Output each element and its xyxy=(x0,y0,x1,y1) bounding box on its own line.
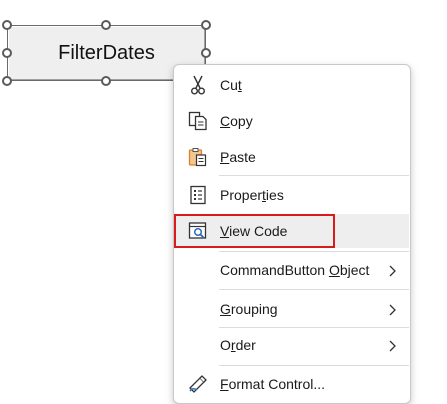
menu-item-label: Grouping xyxy=(220,301,278,317)
menu-item-label: Cut xyxy=(220,77,242,93)
format-control-icon xyxy=(187,374,209,394)
resize-handle-top-middle[interactable] xyxy=(101,20,111,30)
properties-icon xyxy=(187,185,209,205)
menu-separator xyxy=(219,175,409,176)
menu-item-copy[interactable]: Copy xyxy=(175,104,409,138)
menu-item-label: Copy xyxy=(220,113,253,129)
menu-item-label: Format Control... xyxy=(220,376,326,392)
resize-handle-middle-right[interactable] xyxy=(201,48,211,58)
resize-handle-top-right[interactable] xyxy=(201,20,211,30)
chevron-right-icon xyxy=(387,303,397,316)
resize-handle-bottom-middle[interactable] xyxy=(101,76,111,86)
menu-item-properties[interactable]: Properties xyxy=(175,178,409,212)
menu-item-cut[interactable]: Cut xyxy=(175,68,409,102)
menu-item-label: Order xyxy=(220,337,256,353)
resize-handle-bottom-left[interactable] xyxy=(2,76,12,86)
menu-item-paste[interactable]: Paste xyxy=(175,140,409,174)
resize-handle-top-left[interactable] xyxy=(2,20,12,30)
menu-item-order[interactable]: Order xyxy=(175,328,409,362)
menu-item-format-control[interactable]: Format Control... xyxy=(175,367,409,401)
chevron-right-icon xyxy=(387,339,397,352)
menu-separator xyxy=(219,289,409,290)
copy-icon xyxy=(187,111,209,131)
menu-separator xyxy=(219,365,409,366)
menu-item-commandbutton-object[interactable]: CommandButton Object xyxy=(175,253,409,287)
command-button-label: FilterDates xyxy=(58,41,155,64)
chevron-right-icon xyxy=(387,264,397,277)
paste-icon xyxy=(187,147,209,167)
menu-item-grouping[interactable]: Grouping xyxy=(175,292,409,326)
resize-handle-middle-left[interactable] xyxy=(2,48,12,58)
menu-item-label: Paste xyxy=(220,149,256,165)
menu-item-label: Properties xyxy=(220,187,284,203)
menu-item-label: CommandButton Object xyxy=(220,262,370,278)
scissors-icon xyxy=(187,75,209,95)
view-code-highlight-box xyxy=(174,214,335,248)
menu-separator xyxy=(219,251,409,252)
